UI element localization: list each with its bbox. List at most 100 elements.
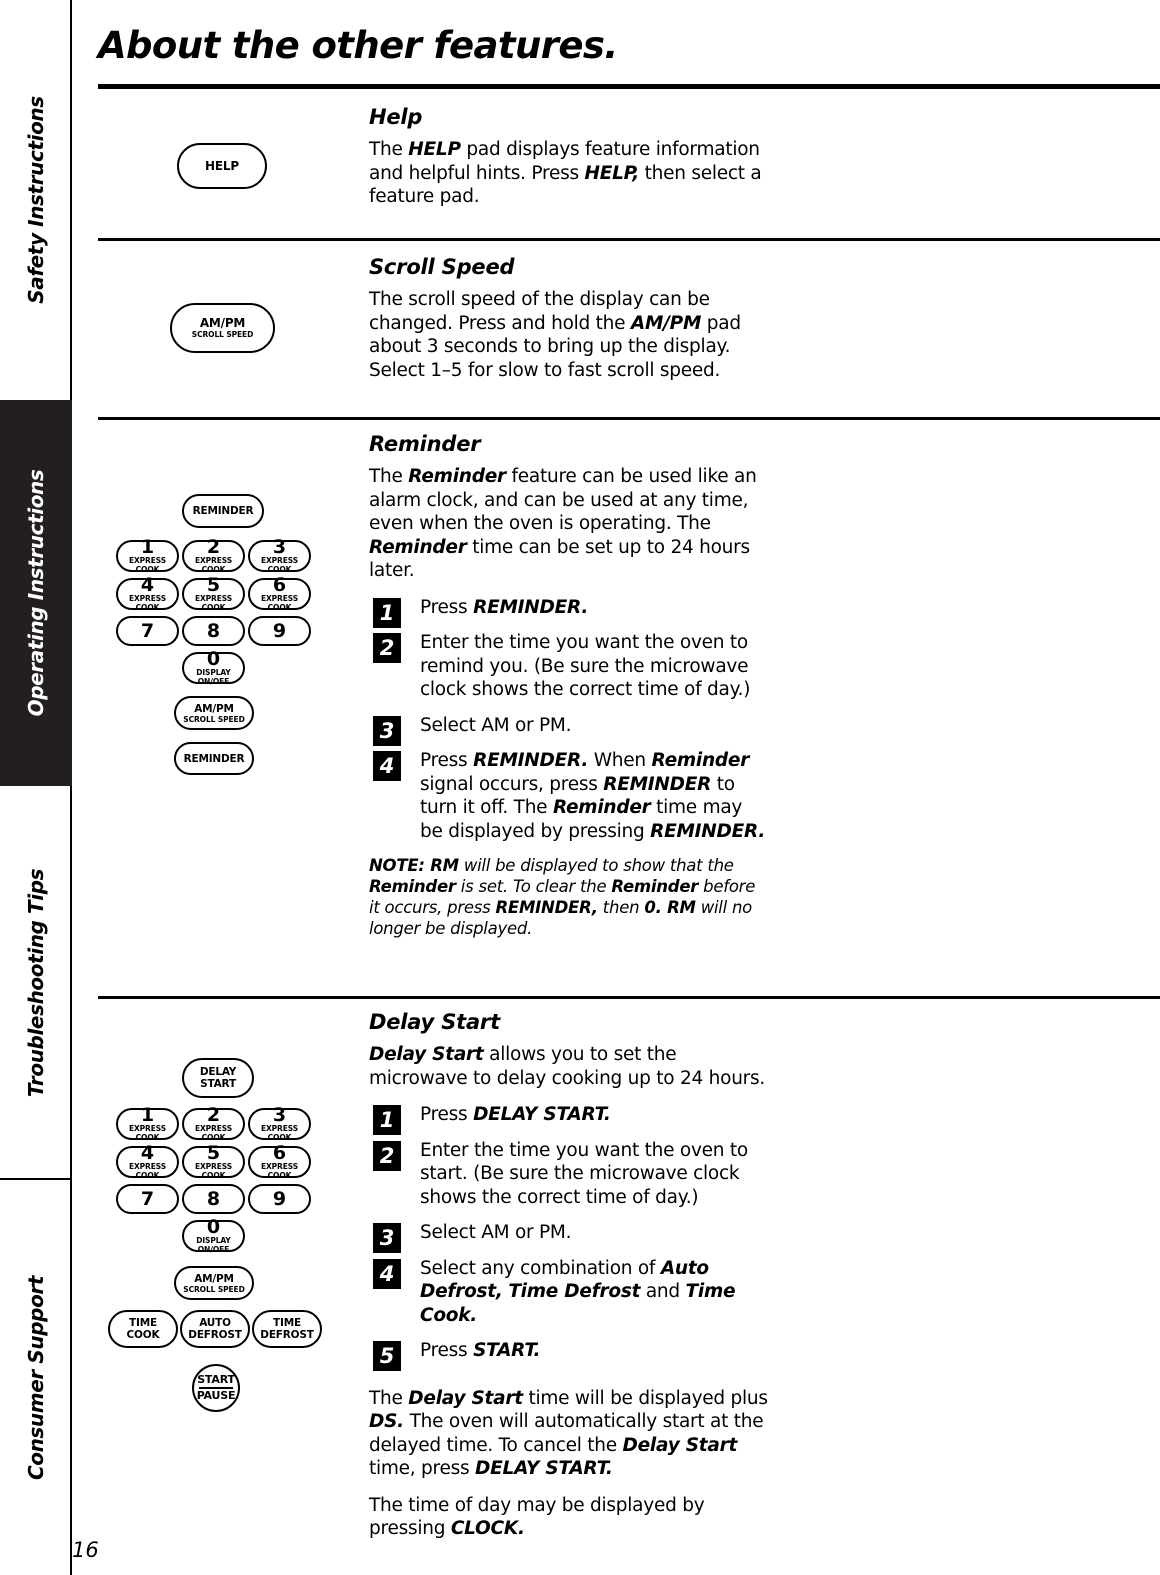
sidebar-item-troubleshooting-tips[interactable]: Troubleshooting Tips — [0, 786, 72, 1180]
pad-number-7[interactable]: 7 — [116, 1184, 179, 1214]
section-body: Delay Start allows you to set the microw… — [369, 1044, 766, 1089]
section-body: The scroll speed of the display can be c… — [369, 289, 741, 381]
sidebar-item-operating-instructions[interactable]: Operating Instructions — [0, 400, 72, 786]
pad-am-pm-scroll-speed[interactable]: AM/PM SCROLL SPEED — [170, 303, 275, 353]
pad-number-1[interactable]: 1 EXPRESS COOK — [116, 1106, 179, 1142]
step-text: Select any combination of Auto Defrost, … — [420, 1257, 736, 1326]
pad-digit: 3 — [272, 536, 287, 558]
pad-label: REMINDER — [192, 505, 254, 517]
step-text: Press DELAY START. — [420, 1104, 611, 1125]
section-rule — [98, 238, 1160, 241]
step-number: 2 — [373, 633, 401, 663]
step-item: 3 Select AM or PM. — [369, 714, 769, 746]
pad-sublabel: EXPRESS COOK — [260, 1124, 299, 1142]
step-item: 5 Press START. — [369, 1339, 769, 1371]
pad-number-0-display-on-off[interactable]: 0 DISPLAY ON/OFF — [182, 648, 245, 686]
pad-number-7[interactable]: 7 — [116, 616, 179, 646]
pad-start-pause[interactable]: START PAUSE — [192, 1364, 240, 1412]
sidebar-item-consumer-support[interactable]: Consumer Support — [0, 1180, 72, 1575]
pad-sublabel: EXPRESS COOK — [194, 556, 233, 574]
pad-number-9[interactable]: 9 — [248, 616, 311, 646]
page-number: 16 — [72, 1538, 99, 1562]
delay-start-copy: Delay Start Delay Start allows you to se… — [369, 1010, 769, 1554]
pad-digit: 0 — [206, 648, 221, 670]
pad-number-9[interactable]: 9 — [248, 1184, 311, 1214]
pad-help[interactable]: HELP — [177, 143, 267, 189]
section-rule — [98, 996, 1160, 999]
pad-label: HELP — [205, 158, 239, 173]
pad-number-6[interactable]: 6 EXPRESS COOK — [248, 576, 311, 612]
pad-digit: 9 — [272, 620, 287, 642]
pad-digit: 8 — [206, 620, 221, 642]
pad-auto-defrost[interactable]: AUTO DEFROST — [180, 1310, 250, 1348]
pad-sublabel: EXPRESS COOK — [194, 594, 233, 612]
pad-sublabel: EXPRESS COOK — [128, 1124, 167, 1142]
pad-digit: 6 — [272, 1142, 287, 1164]
step-number: 5 — [373, 1341, 401, 1371]
pad-reminder-top[interactable]: REMINDER — [182, 494, 264, 528]
sidebar-item-label: Operating Instructions — [24, 469, 48, 717]
sidebar-item-safety-instructions[interactable]: Safety Instructions — [0, 0, 72, 400]
pad-number-4[interactable]: 4 EXPRESS COOK — [116, 574, 179, 612]
step-item: 1 Press DELAY START. — [369, 1103, 769, 1135]
pad-digit: 3 — [272, 1104, 287, 1126]
delay-start-closing-2: The time of day may be displayed by pres… — [369, 1494, 705, 1540]
pad-label-line2: START — [200, 1078, 236, 1090]
pad-digit: 9 — [272, 1188, 287, 1210]
pad-label-line1: START — [197, 1372, 235, 1386]
pad-time-defrost[interactable]: TIME DEFROST — [252, 1310, 322, 1348]
pad-label: AM/PM — [194, 702, 234, 715]
pad-am-pm-scroll-speed[interactable]: AM/PM SCROLL SPEED — [174, 696, 254, 730]
section-heading: Reminder — [369, 432, 481, 456]
pad-number-8[interactable]: 8 — [182, 1184, 245, 1214]
pad-number-3[interactable]: 3 EXPRESS COOK — [248, 536, 311, 574]
pad-number-2[interactable]: 2 EXPRESS COOK — [182, 1106, 245, 1142]
step-number: 4 — [373, 1258, 401, 1289]
pad-sublabel: EXPRESS COOK — [194, 1124, 233, 1142]
step-item: 1 Press REMINDER. — [369, 596, 769, 628]
page-content: About the other features. HELP Help The … — [72, 0, 1160, 1575]
pad-sublabel: EXPRESS COOK — [260, 1162, 299, 1180]
pad-label: AM/PM — [199, 316, 246, 330]
pad-number-0-display-on-off[interactable]: 0 DISPLAY ON/OFF — [182, 1218, 245, 1254]
sidebar-item-label: Safety Instructions — [24, 96, 48, 304]
pad-sublabel: EXPRESS COOK — [128, 556, 167, 574]
pad-number-6[interactable]: 6 EXPRESS COOK — [248, 1142, 311, 1180]
pad-label-line2: DEFROST — [188, 1329, 242, 1341]
step-text: Select AM or PM. — [420, 1222, 572, 1243]
page-title: About the other features. — [98, 24, 618, 67]
pad-number-3[interactable]: 3 EXPRESS COOK — [248, 1104, 311, 1142]
pad-digit: 2 — [206, 536, 221, 558]
reminder-keypad-art: REMINDER 1 EXPRESS COOK 2 EXPRESS COOK 3… — [72, 494, 372, 804]
step-text: Press START. — [420, 1340, 541, 1361]
scroll-speed-copy: Scroll Speed The scroll speed of the dis… — [369, 255, 769, 395]
reminder-copy: Reminder The Reminder feature can be use… — [369, 432, 769, 952]
pad-digit: 1 — [140, 536, 155, 558]
sidebar-item-label: Consumer Support — [24, 1275, 48, 1480]
pad-number-2[interactable]: 2 EXPRESS COOK — [182, 536, 245, 574]
sidebar-tabs: Safety Instructions Operating Instructio… — [0, 0, 72, 1575]
pad-number-1[interactable]: 1 EXPRESS COOK — [116, 536, 179, 574]
step-number: 4 — [373, 751, 401, 781]
reminder-note: NOTE: RM will be displayed to show that … — [369, 856, 756, 938]
pad-sublabel: EXPRESS COOK — [128, 594, 167, 612]
pad-digit: 4 — [140, 574, 155, 596]
pad-digit: 7 — [140, 620, 155, 642]
pad-am-pm-scroll-speed[interactable]: AM/PM SCROLL SPEED — [174, 1266, 254, 1300]
pad-number-4[interactable]: 4 EXPRESS COOK — [116, 1144, 179, 1180]
pad-sublabel: EXPRESS COOK — [128, 1162, 167, 1180]
delay-start-keypad-art: DELAY START 1 EXPRESS COOK 2 EXPRESS COO… — [72, 1058, 372, 1412]
pad-label: AM/PM — [194, 1272, 234, 1285]
pad-reminder-bottom[interactable]: REMINDER — [174, 742, 254, 775]
pad-sublabel: EXPRESS COOK — [194, 1162, 233, 1180]
pad-number-8[interactable]: 8 — [182, 616, 245, 646]
step-text: Enter the time you want the oven to star… — [420, 1139, 748, 1208]
pad-sublabel: SCROLL SPEED — [191, 330, 254, 339]
pad-label-line1: TIME — [273, 1317, 301, 1329]
delay-start-steps: 1 Press DELAY START. 2 Enter the time yo… — [369, 1103, 769, 1371]
pad-delay-start[interactable]: DELAY START — [182, 1058, 254, 1098]
pad-number-5[interactable]: 5 EXPRESS COOK — [182, 576, 245, 612]
pad-number-5[interactable]: 5 EXPRESS COOK — [182, 1142, 245, 1180]
pad-time-cook[interactable]: TIME COOK — [108, 1310, 178, 1348]
pad-digit: 5 — [206, 1142, 221, 1164]
